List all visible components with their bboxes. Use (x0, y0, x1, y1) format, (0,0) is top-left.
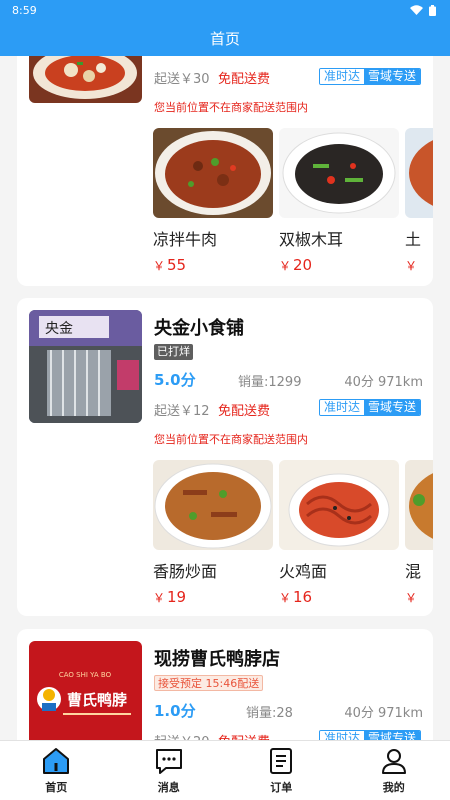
tab-label: 首页 (45, 781, 68, 794)
delivery-service-tag: 雪域专送 (363, 400, 420, 415)
dish-image (279, 460, 399, 550)
tab-label: 我的 (382, 781, 405, 794)
dish-price: ￥ 55 (153, 256, 187, 274)
tab-home[interactable]: 首页 (0, 741, 113, 800)
tab-orders[interactable]: 订单 (225, 741, 338, 800)
order-icon (270, 748, 293, 774)
shop-rating: 1.0分 (154, 702, 196, 720)
status-time: 8:59 (12, 3, 37, 17)
dish-item[interactable]: 凉拌牛肉 ￥ 55 (153, 128, 273, 274)
dish-name: 香肠炒面 (153, 562, 218, 581)
shop-logo-text: 曹氏鸭脖 (67, 691, 127, 709)
shop-name[interactable]: 现捞曹氏鸭脖店 (154, 645, 280, 671)
on-time-tag: 准时达 (319, 400, 364, 415)
dish-name: 火鸡面 (279, 562, 328, 581)
dish-image (153, 128, 273, 218)
dish-image (405, 460, 433, 550)
shop-card[interactable]: CAO SHI YA BO 曹氏鸭脖 现捞曹氏鸭脖店 接受预定 15:46配送 … (17, 629, 433, 740)
free-delivery-label: 免配送费 (218, 72, 271, 87)
dish-item[interactable]: 香肠炒面 ￥ 19 (153, 460, 273, 606)
dish-image (405, 128, 433, 218)
delivery-service-tag: 雪域专送 (363, 731, 420, 740)
dish-price: ￥ 16 (279, 588, 313, 606)
shop-card[interactable]: 央金 央金小食铺 已打烊 5.0分 销量:1299 40分 971km 起送￥1… (17, 298, 433, 616)
dish-item[interactable]: 火鸡面 ￥ 16 (279, 460, 399, 606)
dish-price: ￥ 20 (279, 256, 313, 274)
user-icon (381, 749, 406, 774)
sales-count: 销量:1299 (238, 375, 302, 390)
message-icon (155, 749, 182, 774)
bottom-tab-bar: 首页 消息 订单 我的 (0, 740, 450, 800)
delivery-range-notice: 您当前位置不在商家配送范围内 (154, 433, 308, 446)
dish-name: 凉拌牛肉 (153, 230, 218, 249)
dish-name: 双椒木耳 (279, 230, 344, 249)
page-header: 首页 (0, 20, 450, 56)
min-order-fee: 起送￥12 (154, 404, 210, 419)
dish-image (279, 128, 399, 218)
battery-icon (429, 4, 436, 16)
status-badge: 已打烊 (154, 344, 193, 360)
tab-label: 订单 (270, 781, 293, 794)
delivery-range-notice: 您当前位置不在商家配送范围内 (154, 101, 308, 114)
dish-name: 混 (405, 562, 422, 581)
shop-card[interactable]: 起送￥30 免配送费 准时达 雪域专送 您当前位置不在商家配送范围内 凉拌牛肉 … (17, 56, 433, 286)
svg-text:CAO SHI YA BO: CAO SHI YA BO (59, 671, 112, 679)
dish-image (153, 460, 273, 550)
on-time-tag: 准时达 (319, 69, 364, 84)
tab-label: 消息 (157, 781, 180, 794)
shop-image: 央金 (29, 310, 142, 423)
free-delivery-label: 免配送费 (218, 404, 271, 419)
delivery-tags: 准时达 雪域专送 (318, 730, 421, 740)
dish-item[interactable]: 双椒木耳 ￥ 20 (279, 128, 399, 274)
delivery-tags: 准时达 雪域专送 (318, 399, 421, 416)
shop-image: CAO SHI YA BO 曹氏鸭脖 (29, 641, 142, 740)
shop-rating: 5.0分 (154, 371, 196, 389)
delivery-time-distance: 40分 971km (344, 375, 423, 390)
shop-name[interactable]: 央金小食铺 (154, 314, 244, 340)
tab-messages[interactable]: 消息 (113, 741, 226, 800)
min-order-fee: 起送￥30 (154, 72, 210, 87)
dish-price: ￥ 19 (153, 588, 187, 606)
tab-profile[interactable]: 我的 (338, 741, 450, 800)
on-time-tag: 准时达 (319, 731, 364, 740)
free-delivery-label: 免配送费 (218, 731, 270, 740)
delivery-time-distance: 40分 971km (344, 706, 423, 721)
dish-item[interactable]: 土 ￥ (405, 128, 433, 274)
page-title: 首页 (209, 29, 240, 48)
wifi-icon (410, 5, 423, 15)
dish-price: ￥ (405, 591, 418, 605)
shop-list[interactable]: 起送￥30 免配送费 准时达 雪域专送 您当前位置不在商家配送范围内 凉拌牛肉 … (0, 56, 450, 740)
dish-item[interactable]: 混 ￥ (405, 460, 433, 606)
shop-image (29, 56, 142, 103)
dish-name: 土 (405, 230, 422, 249)
status-bar: 8:59 (0, 0, 450, 20)
status-badge: 接受预定 15:46配送 (154, 675, 264, 691)
delivery-tags: 准时达 雪域专送 (318, 68, 421, 85)
home-icon (43, 748, 70, 774)
min-order-fee: 起送￥20 (154, 731, 210, 740)
sales-count: 销量:28 (246, 706, 293, 721)
delivery-service-tag: 雪域专送 (363, 69, 420, 84)
svg-text:央金: 央金 (45, 321, 73, 337)
dish-price: ￥ (405, 259, 418, 273)
